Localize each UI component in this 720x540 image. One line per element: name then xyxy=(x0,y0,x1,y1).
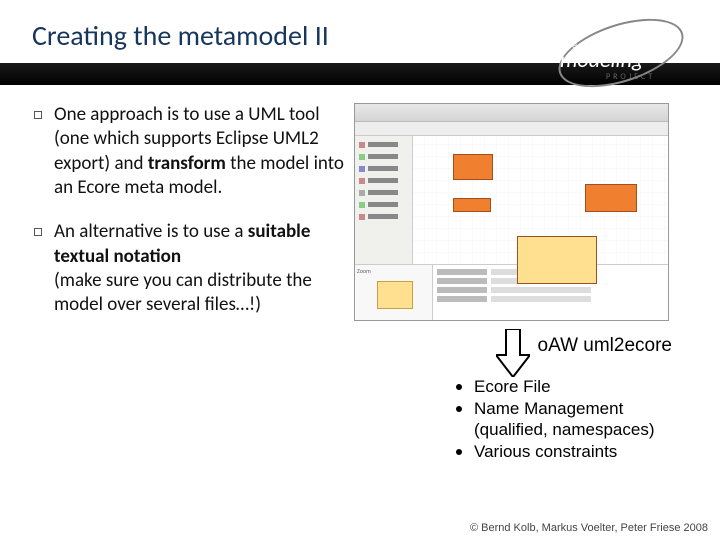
bullet-list: One approach is to use a UML tool (one w… xyxy=(34,103,344,338)
square-bullet-icon xyxy=(34,228,42,236)
bullet-text: One approach is to use a UML tool (one w… xyxy=(54,103,344,200)
sub-bullet-item: Various constraints xyxy=(456,442,654,462)
dot-bullet-icon xyxy=(456,384,462,390)
uml-tool-screenshot: Zoom xyxy=(354,103,669,321)
screenshot-palette xyxy=(355,136,413,264)
screenshot-menubar xyxy=(355,104,668,122)
screenshot-outline: Zoom xyxy=(355,265,433,320)
right-panel: Zoom oAW uml2ecore Ecore File xyxy=(344,103,684,338)
content-area: One approach is to use a UML tool (one w… xyxy=(0,85,720,338)
sub-bullet-item: Name Management (qualified, namespaces) xyxy=(456,399,654,440)
dot-bullet-icon xyxy=(456,449,462,455)
eclipse-modeling-logo: eclipse modeling PROJECT xyxy=(548,14,698,92)
copyright-footer: © Bernd Kolb, Markus Voelter, Peter Frie… xyxy=(470,522,708,534)
square-bullet-icon xyxy=(34,111,42,119)
class-box xyxy=(453,198,491,212)
bullet-item: An alternative is to use a suitable text… xyxy=(34,220,344,317)
dot-bullet-icon xyxy=(456,406,462,412)
sub-bullet-item: Ecore File xyxy=(456,377,654,397)
screenshot-toolbar xyxy=(355,122,668,136)
oaw-label: oAW uml2ecore xyxy=(538,335,672,357)
class-box xyxy=(517,236,597,284)
sub-bullet-list: Ecore File Name Management (qualified, n… xyxy=(456,377,654,465)
bullet-item: One approach is to use a UML tool (one w… xyxy=(34,103,344,200)
down-arrow-icon xyxy=(496,329,530,382)
bullet-text: An alternative is to use a suitable text… xyxy=(54,220,344,317)
class-box xyxy=(585,184,637,212)
screenshot-canvas xyxy=(413,136,668,264)
class-box xyxy=(453,154,493,180)
